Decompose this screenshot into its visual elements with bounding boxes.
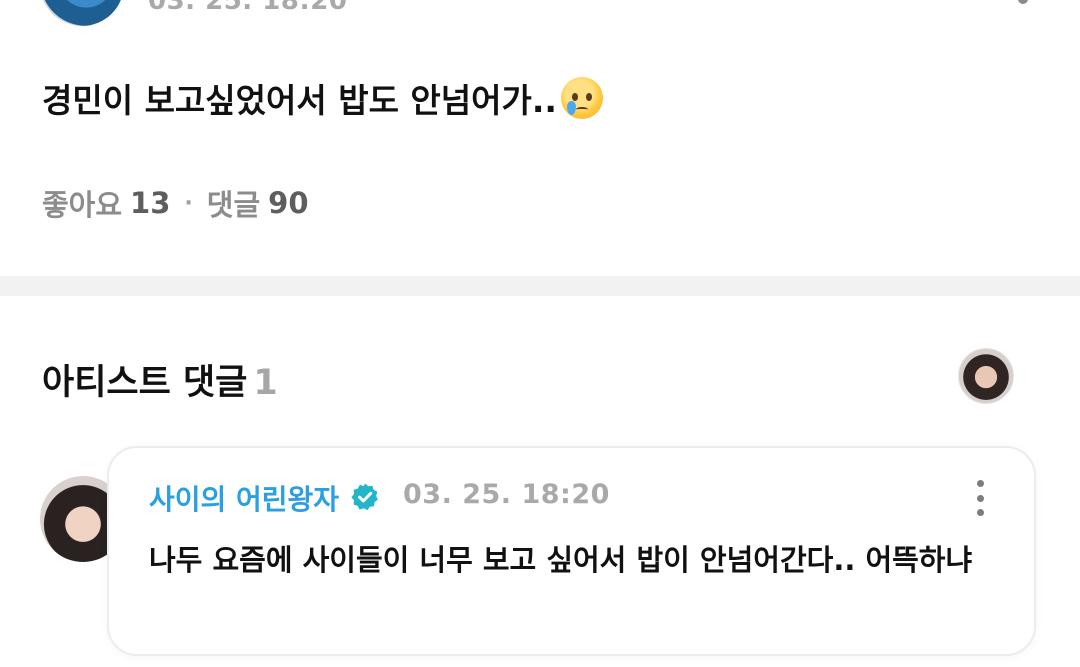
comment-timestamp: 03. 25. 18:20	[403, 479, 610, 510]
comment-text: 나두 요즘에 사이들이 너무 보고 싶어서 밥이 안넘어간다.. 어뜩하냐	[149, 543, 973, 577]
artist-comment-card[interactable]: 사이의 어린왕자 03. 25. 18:20 나두 요즘에 사이들이 너무 보고…	[107, 446, 1036, 656]
likes-label[interactable]: 좋아요	[42, 182, 122, 224]
artist-comments-title-text: 아티스트 댓글	[42, 363, 248, 403]
verified-badge-icon	[351, 483, 378, 511]
stats-separator: ·	[184, 190, 193, 216]
post-more-options-icon[interactable]	[1018, 0, 1028, 4]
crying-face-emoji-icon	[560, 77, 603, 119]
artist-avatar[interactable]	[958, 348, 1014, 404]
post-stats: 좋아요 13 · 댓글 90	[42, 182, 309, 224]
section-divider	[0, 276, 1080, 296]
comments-label[interactable]: 댓글	[207, 182, 260, 224]
comment-author-name[interactable]: 사이의 어린왕자	[149, 478, 339, 518]
likes-count: 13	[130, 186, 171, 220]
post-body: 경민이 보고싶었어서 밥도 안넘어가..	[42, 74, 603, 122]
post-author-avatar[interactable]	[40, 0, 124, 26]
post: 03. 25. 18:20 경민이 보고싶었어서 밥도 안넘어가.. 좋아요 1…	[0, 0, 1080, 276]
artist-comments-count: 1	[253, 363, 278, 403]
post-body-text: 경민이 보고싶었어서 밥도 안넘어가..	[42, 81, 557, 120]
artist-comments-section: 아티스트 댓글 1 사이의 어린왕자 03. 25. 18:20 나두 요즘에 사…	[0, 296, 1080, 667]
post-timestamp: 03. 25. 18:20	[148, 0, 348, 16]
comments-count: 90	[268, 186, 309, 220]
comment-more-options-icon[interactable]	[973, 480, 987, 516]
artist-comments-title: 아티스트 댓글 1	[42, 354, 278, 405]
